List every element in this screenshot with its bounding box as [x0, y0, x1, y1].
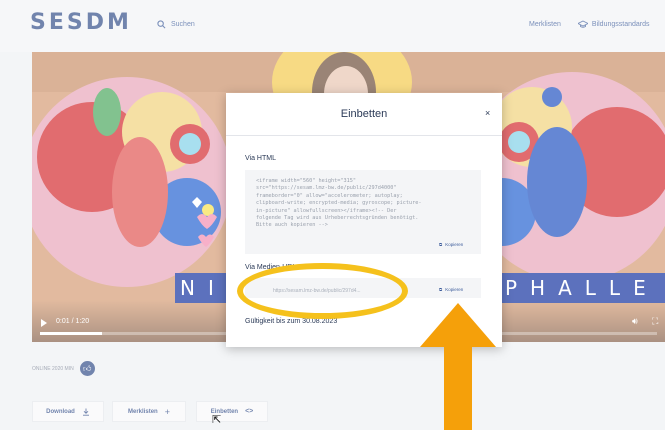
copy-url-label: Kopieren: [445, 287, 464, 292]
copy-url-button[interactable]: ⧉ Kopieren: [439, 287, 463, 292]
modal-divider: [226, 135, 502, 136]
highlight-ellipse: [237, 263, 408, 319]
copy-icon: ⧉: [439, 287, 443, 292]
validity-text: Gültigkeit bis zum 30.08.2023: [245, 318, 338, 325]
copy-html-label: Kopieren: [445, 242, 464, 247]
close-icon[interactable]: ×: [485, 108, 490, 118]
copy-icon: ⧉: [439, 242, 443, 247]
modal-title: Einbetten: [340, 108, 388, 120]
via-html-label: Via HTML: [245, 155, 276, 162]
arrow-up-annotation: [420, 303, 496, 430]
mouse-cursor-icon: ⇱: [212, 414, 222, 426]
copy-html-button[interactable]: ⧉ Kopieren: [439, 242, 463, 247]
